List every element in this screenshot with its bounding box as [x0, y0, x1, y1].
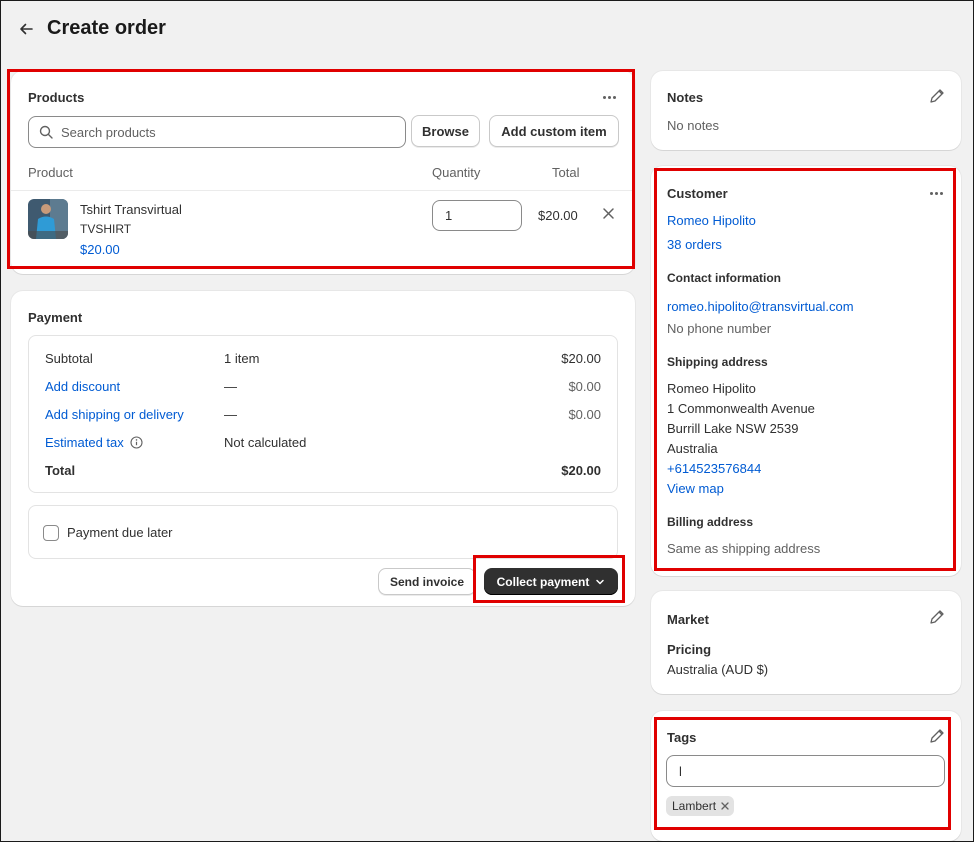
product-thumbnail[interactable] — [28, 199, 68, 239]
products-title: Products — [28, 90, 85, 105]
subtotal-label: Subtotal — [45, 351, 93, 366]
notes-card: Notes No notes — [651, 71, 961, 150]
shipping-line: Burrill Lake NSW 2539 — [667, 421, 799, 436]
tax-row: Estimated tax Not calculated — [45, 435, 601, 455]
browse-button[interactable]: Browse — [411, 115, 480, 147]
collect-payment-button[interactable]: Collect payment — [484, 568, 618, 595]
payment-summary: Subtotal 1 item $20.00 Add discount — $0… — [28, 335, 618, 493]
page-header: Create order — [15, 17, 166, 40]
total-row: Total $20.00 — [45, 463, 601, 483]
shipping-row: Add shipping or delivery — $0.00 — [45, 407, 601, 427]
add-custom-item-button[interactable]: Add custom item — [489, 115, 619, 147]
customer-email-link[interactable]: romeo.hipolito@transvirtual.com — [667, 299, 854, 314]
total-label: Total — [45, 463, 76, 478]
product-search[interactable] — [28, 116, 406, 148]
market-card: Market Pricing Australia (AUD $) — [651, 591, 961, 694]
edit-market-icon[interactable] — [927, 607, 947, 627]
tags-card: Tags Lambert — [651, 711, 961, 841]
divider — [11, 190, 635, 191]
payment-card: Payment Subtotal 1 item $20.00 Add disco… — [11, 291, 635, 606]
search-products-input[interactable] — [61, 124, 381, 140]
send-invoice-button[interactable]: Send invoice — [378, 568, 476, 595]
chevron-down-icon — [596, 579, 605, 584]
line-total: $20.00 — [538, 208, 578, 223]
discount-detail: — — [224, 379, 237, 394]
tags-title: Tags — [667, 730, 697, 745]
payment-due-later: Payment due later — [28, 505, 618, 559]
tax-label-group: Estimated tax — [45, 435, 143, 450]
quantity-input[interactable] — [432, 200, 522, 231]
shipping-phone-link[interactable]: +614523576844 — [667, 461, 761, 476]
subtotal-row: Subtotal 1 item $20.00 — [45, 351, 601, 371]
info-icon[interactable] — [130, 436, 143, 449]
tag-chip: Lambert — [666, 796, 735, 816]
add-shipping-link[interactable]: Add shipping or delivery — [45, 407, 184, 422]
customer-title: Customer — [667, 186, 728, 201]
payment-due-later-checkbox[interactable] — [43, 525, 59, 541]
tags-input[interactable] — [666, 755, 945, 787]
shipping-line: Australia — [667, 441, 718, 456]
add-discount-link[interactable]: Add discount — [45, 379, 120, 394]
customer-card: Customer Romeo Hipolito 38 orders Contac… — [651, 166, 961, 576]
remove-item-icon[interactable] — [602, 207, 615, 223]
shipping-line: Romeo Hipolito — [667, 381, 756, 396]
total-amount: $20.00 — [561, 463, 601, 478]
notes-title: Notes — [667, 90, 704, 105]
edit-notes-icon[interactable] — [927, 86, 947, 106]
back-arrow-icon[interactable] — [15, 18, 37, 40]
payment-title: Payment — [28, 310, 83, 325]
column-total: Total — [552, 165, 580, 180]
shipping-detail: — — [224, 407, 237, 422]
tag-chip-label: Lambert — [672, 799, 717, 813]
pricing-value: Australia (AUD $) — [667, 662, 769, 677]
shipping-amount: $0.00 — [568, 407, 601, 422]
remove-tag-icon[interactable] — [720, 801, 730, 811]
shipping-line: 1 Commonwealth Avenue — [667, 401, 815, 416]
subtotal-amount: $20.00 — [561, 351, 601, 366]
more-actions-icon[interactable] — [599, 90, 619, 104]
discount-row: Add discount — $0.00 — [45, 379, 601, 399]
notes-text: No notes — [667, 118, 720, 133]
subtotal-detail: 1 item — [224, 351, 260, 366]
discount-amount: $0.00 — [568, 379, 601, 394]
contact-info-title: Contact information — [667, 271, 781, 285]
billing-address-title: Billing address — [667, 515, 754, 529]
customer-more-icon[interactable] — [926, 186, 946, 200]
collect-payment-label: Collect payment — [496, 574, 590, 589]
customer-name-link[interactable]: Romeo Hipolito — [667, 213, 756, 228]
product-price: $20.00 — [80, 242, 120, 257]
pricing-label: Pricing — [667, 642, 712, 657]
search-icon — [39, 125, 53, 139]
billing-address-text: Same as shipping address — [667, 541, 821, 556]
customer-orders-link[interactable]: 38 orders — [667, 237, 722, 252]
estimated-tax-link[interactable]: Estimated tax — [45, 435, 124, 450]
market-title: Market — [667, 612, 709, 627]
shipping-address-title: Shipping address — [667, 355, 768, 369]
view-map-link[interactable]: View map — [667, 481, 724, 496]
product-sku: TVSHIRT — [80, 222, 132, 236]
column-product: Product — [28, 165, 73, 180]
column-quantity: Quantity — [432, 165, 481, 180]
page-title: Create order — [47, 17, 166, 39]
tax-detail: Not calculated — [224, 435, 307, 450]
product-name[interactable]: Tshirt Transvirtual — [80, 202, 182, 217]
payment-due-later-label[interactable]: Payment due later — [67, 525, 173, 540]
customer-phone: No phone number — [667, 321, 772, 336]
products-card: Products Browse Add custom item Product … — [11, 71, 635, 274]
edit-tags-icon[interactable] — [927, 726, 947, 746]
